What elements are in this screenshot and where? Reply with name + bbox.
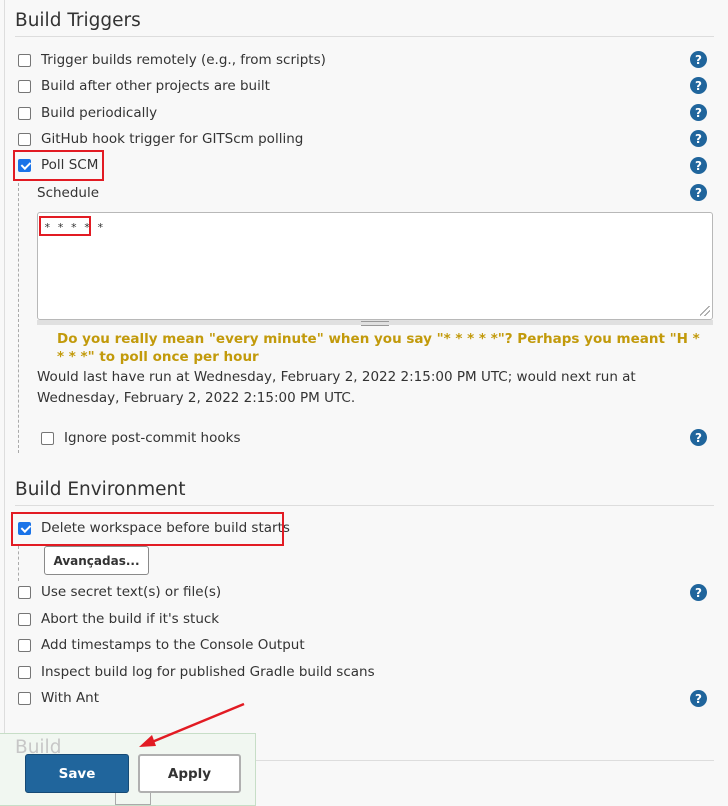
build-periodically-label: Build periodically bbox=[41, 105, 158, 121]
ignore-hooks-checkbox[interactable] bbox=[41, 431, 54, 445]
timestamps-checkbox[interactable] bbox=[18, 638, 31, 652]
help-icon[interactable]: ? bbox=[690, 584, 707, 601]
gradle-scans-option[interactable]: Inspect build log for published Gradle b… bbox=[18, 662, 375, 682]
cron-warning: Do you really mean "every minute" when y… bbox=[57, 331, 700, 365]
with-ant-checkbox[interactable] bbox=[18, 691, 31, 705]
build-triggers-title: Build Triggers bbox=[15, 10, 141, 31]
schedule-textarea[interactable]: * * * * * bbox=[37, 212, 713, 320]
poll-scm-nesting-guide bbox=[18, 183, 19, 453]
help-icon[interactable]: ? bbox=[690, 104, 707, 121]
page-left-border bbox=[4, 0, 5, 806]
help-icon[interactable]: ? bbox=[690, 429, 707, 446]
abort-stuck-option[interactable]: Abort the build if it's stuck bbox=[18, 609, 219, 629]
secret-text-checkbox[interactable] bbox=[18, 585, 31, 599]
delete-workspace-highlight bbox=[11, 512, 284, 546]
trigger-remotely-checkbox[interactable] bbox=[18, 53, 31, 67]
ignore-hooks-label: Ignore post-commit hooks bbox=[64, 430, 241, 446]
secret-text-option[interactable]: Use secret text(s) or file(s) bbox=[18, 582, 221, 602]
secret-text-label: Use secret text(s) or file(s) bbox=[41, 584, 222, 600]
build-environment-divider bbox=[15, 505, 714, 506]
github-hook-option[interactable]: GitHub hook trigger for GITScm polling bbox=[18, 129, 303, 149]
build-after-option[interactable]: Build after other projects are built bbox=[18, 76, 270, 96]
build-after-label: Build after other projects are built bbox=[41, 78, 270, 94]
build-periodically-option[interactable]: Build periodically bbox=[18, 103, 157, 123]
abort-stuck-label: Abort the build if it's stuck bbox=[41, 611, 220, 627]
schedule-value-highlight bbox=[39, 216, 91, 236]
gradle-scans-label: Inspect build log for published Gradle b… bbox=[41, 664, 375, 680]
trigger-remotely-label: Trigger builds remotely (e.g., from scri… bbox=[41, 52, 326, 68]
github-hook-checkbox[interactable] bbox=[18, 132, 31, 146]
build-section-divider bbox=[256, 760, 714, 761]
save-button[interactable]: Save bbox=[25, 754, 129, 793]
advanced-button[interactable]: Avançadas... bbox=[44, 546, 149, 575]
apply-button[interactable]: Apply bbox=[138, 754, 241, 793]
build-triggers-divider bbox=[15, 36, 714, 37]
help-icon[interactable]: ? bbox=[690, 184, 707, 201]
help-icon[interactable]: ? bbox=[690, 51, 707, 68]
poll-scm-highlight bbox=[13, 150, 104, 181]
help-icon[interactable]: ? bbox=[690, 77, 707, 94]
with-ant-option[interactable]: With Ant bbox=[18, 688, 99, 708]
help-icon[interactable]: ? bbox=[690, 690, 707, 707]
build-environment-title: Build Environment bbox=[15, 479, 186, 500]
resize-corner-icon[interactable] bbox=[700, 306, 710, 316]
trigger-remotely-option[interactable]: Trigger builds remotely (e.g., from scri… bbox=[18, 50, 326, 70]
github-hook-label: GitHub hook trigger for GITScm polling bbox=[41, 131, 304, 147]
timestamps-option[interactable]: Add timestamps to the Console Output bbox=[18, 635, 305, 655]
gradle-scans-checkbox[interactable] bbox=[18, 665, 31, 679]
schedule-label-row: Schedule bbox=[37, 183, 99, 203]
ignore-hooks-option[interactable]: Ignore post-commit hooks bbox=[41, 428, 241, 448]
help-icon[interactable]: ? bbox=[690, 157, 707, 174]
build-after-checkbox[interactable] bbox=[18, 79, 31, 93]
abort-stuck-checkbox[interactable] bbox=[18, 612, 31, 626]
build-periodically-checkbox[interactable] bbox=[18, 106, 31, 120]
help-icon[interactable]: ? bbox=[690, 130, 707, 147]
with-ant-label: With Ant bbox=[41, 690, 100, 706]
run-info-text: Would last have run at Wednesday, Februa… bbox=[37, 369, 636, 406]
delete-workspace-nesting-guide bbox=[18, 546, 19, 581]
schedule-label: Schedule bbox=[37, 185, 100, 201]
resize-grip-icon bbox=[361, 321, 389, 326]
timestamps-label: Add timestamps to the Console Output bbox=[41, 637, 305, 653]
hidden-button-edge bbox=[115, 792, 151, 805]
